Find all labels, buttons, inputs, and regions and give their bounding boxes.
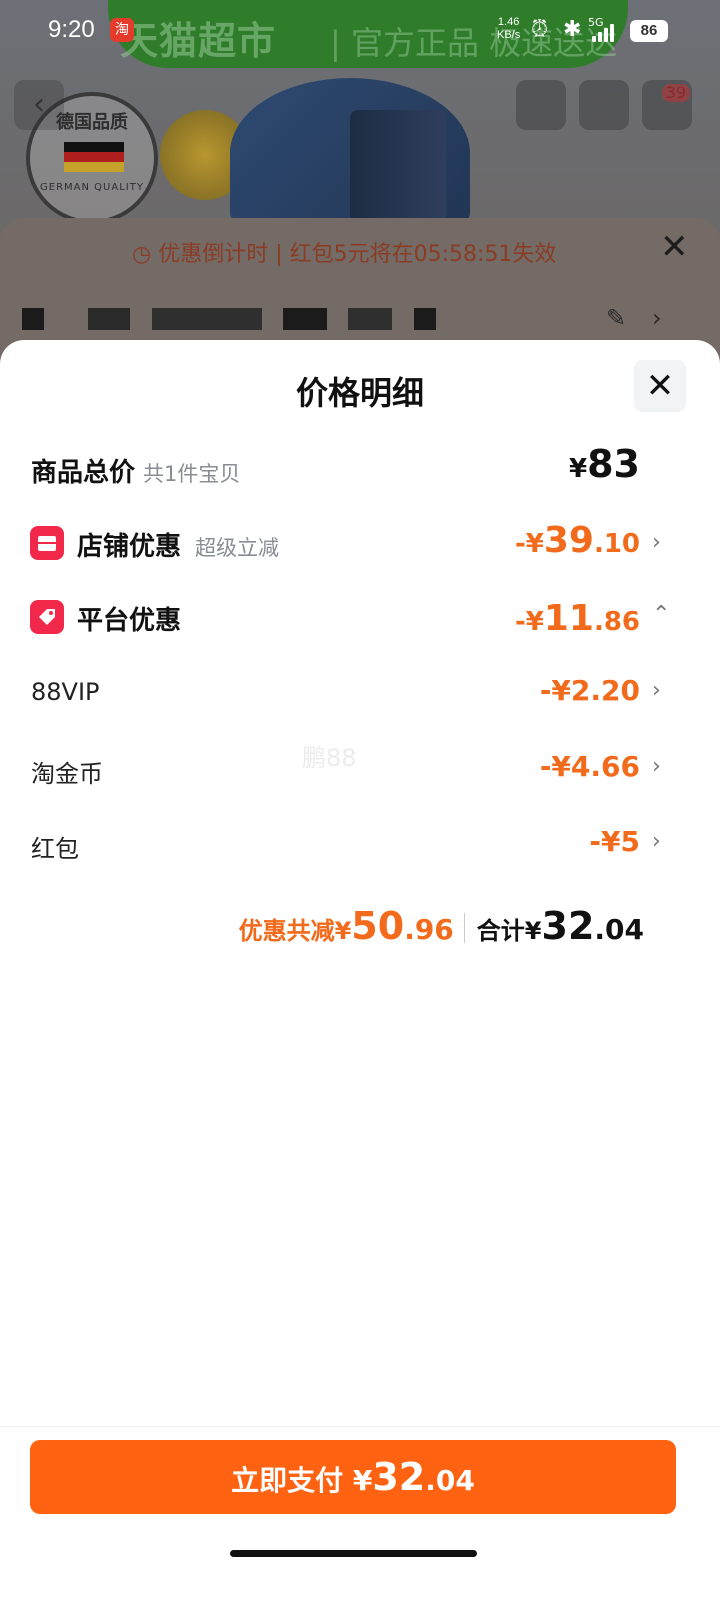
redpacket-amount: -¥5 bbox=[589, 825, 640, 858]
share-icon: ➦ bbox=[530, 90, 552, 120]
coins-label: 淘金币 bbox=[31, 760, 103, 788]
countdown-text: ◷ 优惠倒计时 | 红包5元将在05:58:51失效 bbox=[132, 242, 557, 267]
pay-label: 立即支付 ¥ bbox=[231, 1464, 373, 1497]
total-dec: .04 bbox=[594, 913, 644, 946]
chevron-right-icon: › bbox=[652, 829, 661, 854]
summary-line: 优惠共减¥50.96 合计¥32.04 bbox=[239, 904, 644, 948]
vip-amount: -¥2.20 bbox=[539, 674, 640, 707]
vip-label: 88VIP bbox=[31, 678, 100, 706]
network-speed: 1.46 KB/s bbox=[497, 16, 521, 41]
coins-amount: -¥4.66 bbox=[539, 750, 640, 783]
chevron-right-icon: › bbox=[652, 754, 661, 779]
discount-total-dec: .96 bbox=[404, 913, 454, 946]
clock-icon: ◷ bbox=[132, 242, 159, 267]
store-icon bbox=[30, 526, 64, 560]
edit-icon[interactable]: ✎ bbox=[606, 304, 626, 332]
pay-amount-int: 32 bbox=[372, 1455, 426, 1499]
cart-icon: 🛒︎ bbox=[587, 90, 621, 120]
blurred-content bbox=[414, 308, 436, 330]
close-icon: ✕ bbox=[645, 366, 675, 406]
bluetooth-icon: ✱ bbox=[563, 17, 582, 42]
taobao-app-icon: 淘 bbox=[110, 18, 134, 42]
platform-discount-amount: -¥11.86 bbox=[514, 598, 640, 639]
more-button[interactable]: 39 bbox=[642, 80, 692, 130]
chevron-right-icon: › bbox=[652, 530, 661, 555]
total-int: 32 bbox=[541, 904, 595, 948]
pay-now-button[interactable]: 立即支付 ¥32.04 bbox=[30, 1440, 676, 1514]
watermark: 鹏88 bbox=[302, 744, 357, 772]
store-discount-amount: -¥39.10 bbox=[514, 520, 640, 561]
chevron-right-icon: › bbox=[652, 678, 661, 703]
blurred-content bbox=[348, 308, 392, 330]
footer-divider bbox=[0, 1426, 720, 1427]
status-bar: 9:20 淘 1.46 KB/s ⏰︎ ✱ 5G 86 bbox=[0, 0, 720, 64]
blurred-content bbox=[88, 308, 130, 330]
summary-divider bbox=[463, 913, 465, 943]
cart-button[interactable]: 🛒︎ bbox=[579, 80, 629, 130]
chevron-up-icon: ⌃ bbox=[652, 602, 671, 627]
seal-bottom-text: GERMAN QUALITY bbox=[40, 182, 144, 193]
discount-total-label: 优惠共减¥ bbox=[238, 917, 352, 945]
store-discount-label: 店铺优惠 超级立减 bbox=[77, 532, 280, 562]
share-button[interactable]: ➦ bbox=[516, 80, 566, 130]
tag-icon bbox=[30, 600, 64, 634]
pay-amount-dec: .04 bbox=[425, 1464, 475, 1497]
back-button[interactable]: ‹ bbox=[14, 80, 64, 130]
blurred-content bbox=[22, 308, 44, 330]
store-discount-sub: 超级立减 bbox=[195, 536, 280, 560]
redpacket-label: 红包 bbox=[31, 835, 79, 863]
battery-icon: 86 bbox=[630, 20, 668, 42]
alarm-icon: ⏰︎ bbox=[531, 17, 549, 42]
goods-count: 共1件宝贝 bbox=[143, 462, 241, 486]
home-indicator[interactable] bbox=[230, 1550, 477, 1557]
goods-total-label: 商品总价 共1件宝贝 bbox=[31, 458, 241, 488]
sheet-title: 价格明细 bbox=[295, 374, 424, 412]
platform-discount-label: 平台优惠 bbox=[77, 606, 182, 636]
german-flag-icon bbox=[64, 142, 124, 172]
status-time: 9:20 bbox=[48, 16, 95, 43]
blurred-content bbox=[152, 308, 262, 330]
blurred-content bbox=[283, 308, 327, 330]
chevron-right-icon[interactable]: › bbox=[652, 304, 662, 332]
countdown-close-icon[interactable]: ✕ bbox=[660, 230, 689, 264]
signal-icon bbox=[592, 22, 620, 42]
discount-total-int: 50 bbox=[351, 904, 405, 948]
cart-count-badge: 39 bbox=[661, 84, 690, 102]
total-label: 合计¥ bbox=[476, 917, 542, 945]
close-button[interactable]: ✕ bbox=[634, 360, 686, 412]
goods-total-amount: ¥83 bbox=[569, 442, 640, 486]
